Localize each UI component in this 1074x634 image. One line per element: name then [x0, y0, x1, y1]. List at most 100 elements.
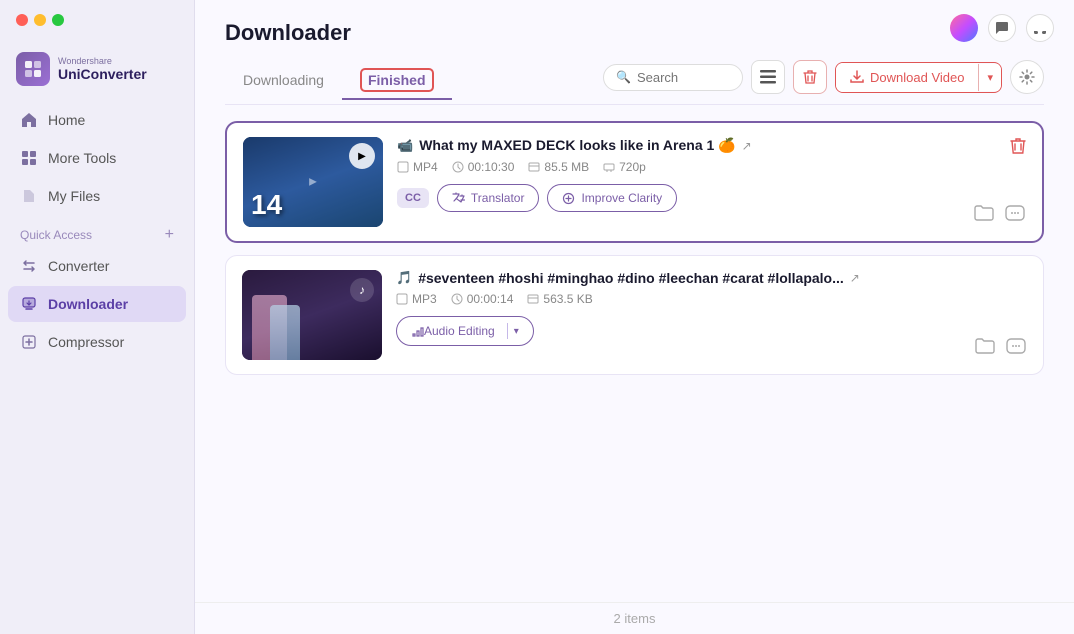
audio-title-row: 🎵 #seventeen #hoshi #minghao #dino #leec…: [396, 270, 953, 286]
sidebar-item-more-tools[interactable]: More Tools: [8, 140, 186, 176]
delete-video-button[interactable]: [1010, 137, 1026, 160]
sidebar-item-downloader-label: Downloader: [48, 296, 128, 312]
audio-bottom-actions: [975, 337, 1027, 360]
sidebar-item-more-tools-label: More Tools: [48, 150, 116, 166]
play-icon: ▶: [349, 143, 375, 169]
footer: 2 items: [195, 602, 1074, 634]
converter-icon: [20, 257, 38, 275]
tabs: Downloading Finished: [225, 64, 452, 100]
maximize-button[interactable]: [52, 14, 64, 26]
download-video-button-group: Download Video ▾: [835, 62, 1002, 93]
logo-name: UniConverter: [58, 66, 147, 82]
sidebar-item-my-files[interactable]: My Files: [8, 178, 186, 214]
sidebar-item-converter[interactable]: Converter: [8, 248, 186, 284]
sidebar-item-home[interactable]: Home: [8, 102, 186, 138]
minimize-button[interactable]: [34, 14, 46, 26]
video-actions: CC Translator Improve Clarity: [397, 184, 952, 212]
video-size: 85.5 MB: [528, 160, 589, 174]
audio-size: 563.5 KB: [527, 292, 592, 306]
audio-title: #seventeen #hoshi #minghao #dino #leecha…: [418, 270, 844, 286]
logo-text: Wondershare UniConverter: [58, 56, 147, 82]
external-link-icon[interactable]: ↗: [850, 271, 860, 285]
sidebar-item-compressor-label: Compressor: [48, 334, 124, 350]
toolbar: 🔍: [603, 60, 1044, 104]
video-duration: 00:10:30: [452, 160, 515, 174]
thumb-number: 14: [251, 189, 282, 221]
audio-format: MP3: [396, 292, 437, 306]
search-icon: 🔍: [616, 70, 631, 84]
close-button[interactable]: [16, 14, 28, 26]
audio-editing-button[interactable]: Audio Editing ▾: [396, 316, 534, 346]
top-bar: [950, 14, 1054, 42]
list-item: ♪ 🎵 #seventeen #hoshi #minghao #dino #le…: [225, 255, 1044, 375]
video-meta: MP4 00:10:30 85.5 MB 720p: [397, 160, 952, 174]
cc-badge: CC: [397, 188, 429, 208]
video-right-actions: [966, 137, 1026, 227]
logo-brand: Wondershare: [58, 56, 147, 66]
main-nav: Home More Tools My Files: [0, 102, 194, 214]
grid-icon: [20, 149, 38, 167]
sidebar-item-compressor[interactable]: Compressor: [8, 324, 186, 360]
improve-clarity-label: Improve Clarity: [581, 191, 662, 205]
open-folder-button[interactable]: [974, 204, 994, 227]
audio-thumbnail: ♪: [242, 270, 382, 360]
video-thumbnail: ▶ 14 ▶: [243, 137, 383, 227]
search-box[interactable]: 🔍: [603, 64, 743, 91]
more-options-button[interactable]: [1005, 337, 1027, 360]
sidebar-item-my-files-label: My Files: [48, 188, 100, 204]
audio-info: 🎵 #seventeen #hoshi #minghao #dino #leec…: [396, 270, 953, 346]
audio-editing-label: Audio Editing: [424, 324, 495, 338]
download-video-label: Download Video: [870, 70, 964, 85]
quick-access-section: Quick Access +: [0, 214, 194, 248]
page-title: Downloader: [225, 20, 1044, 46]
sidebar-item-converter-label: Converter: [48, 258, 109, 274]
main-header: Downloader Downloading Finished 🔍: [195, 0, 1074, 105]
music-note-icon: ♪: [350, 278, 374, 302]
audio-meta: MP3 00:00:14 563.5 KB: [396, 292, 953, 306]
sidebar: Wondershare UniConverter Home More T: [0, 0, 195, 634]
audio-right-actions: [967, 270, 1027, 360]
quick-access-label: Quick Access: [20, 228, 92, 242]
video-title: What my MAXED DECK looks like in Arena 1…: [419, 137, 735, 154]
video-type-icon: 📹: [397, 138, 413, 154]
external-link-icon[interactable]: ↗: [742, 139, 752, 153]
compressor-icon: [20, 333, 38, 351]
audio-editing-arrow: ▾: [514, 326, 519, 337]
tab-downloading[interactable]: Downloading: [225, 64, 342, 100]
home-icon: [20, 111, 38, 129]
search-input[interactable]: [637, 70, 727, 85]
add-quick-access-button[interactable]: +: [165, 226, 174, 244]
files-icon: [20, 187, 38, 205]
download-video-button[interactable]: Download Video: [836, 63, 978, 92]
user-avatar[interactable]: [950, 14, 978, 42]
sidebar-item-home-label: Home: [48, 112, 85, 128]
quick-access-nav: Converter Downloader Compressor: [0, 248, 194, 360]
translator-button[interactable]: Translator: [437, 184, 540, 212]
traffic-lights: [0, 0, 194, 34]
settings-button[interactable]: [1010, 60, 1044, 94]
video-title-row: 📹 What my MAXED DECK looks like in Arena…: [397, 137, 952, 154]
translator-label: Translator: [471, 191, 525, 205]
more-options-button[interactable]: [1004, 204, 1026, 227]
item-count: 2 items: [614, 611, 656, 626]
main-content: Downloader Downloading Finished 🔍: [195, 0, 1074, 634]
tab-finished[interactable]: Finished: [342, 64, 452, 100]
download-video-dropdown-button[interactable]: ▾: [978, 64, 1001, 91]
chat-icon-button[interactable]: [988, 14, 1016, 42]
video-format: MP4: [397, 160, 438, 174]
audio-duration: 00:00:14: [451, 292, 514, 306]
open-folder-button[interactable]: [975, 337, 995, 360]
audio-type-icon: 🎵: [396, 270, 412, 286]
content-area: ▶ 14 ▶ 📹 What my MAXED DECK looks like i…: [195, 105, 1074, 602]
improve-clarity-button[interactable]: Improve Clarity: [547, 184, 677, 212]
list-item: ▶ 14 ▶ 📹 What my MAXED DECK looks like i…: [225, 121, 1044, 243]
list-view-button[interactable]: [751, 60, 785, 94]
sidebar-item-downloader[interactable]: Downloader: [8, 286, 186, 322]
app-logo: Wondershare UniConverter: [0, 34, 194, 102]
video-info: 📹 What my MAXED DECK looks like in Arena…: [397, 137, 952, 212]
audio-actions: Audio Editing ▾: [396, 316, 953, 346]
video-bottom-actions: [974, 204, 1026, 227]
tabs-row: Downloading Finished 🔍: [225, 60, 1044, 105]
delete-all-button[interactable]: [793, 60, 827, 94]
headphone-icon-button[interactable]: [1026, 14, 1054, 42]
